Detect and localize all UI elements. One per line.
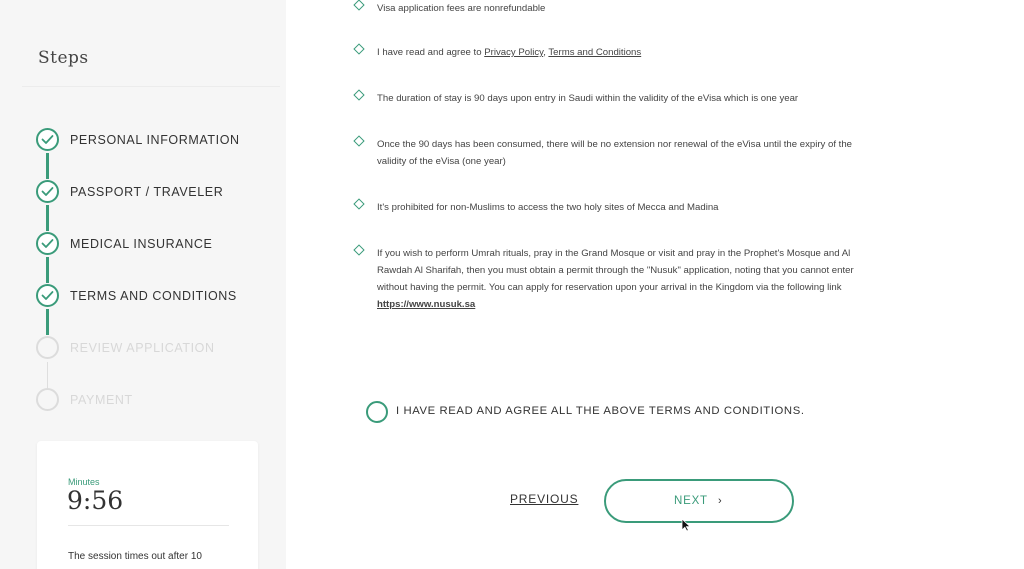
previous-button[interactable]: PREVIOUS bbox=[510, 492, 578, 506]
steps-header: Steps bbox=[22, 30, 280, 87]
step-label: TERMS AND CONDITIONS bbox=[70, 289, 237, 303]
step-personal-information[interactable]: PERSONAL INFORMATION bbox=[36, 128, 276, 152]
step-connector bbox=[46, 153, 49, 179]
term-text: I have read and agree to Privacy Policy,… bbox=[377, 44, 862, 61]
step-terms-and-conditions[interactable]: TERMS AND CONDITIONS bbox=[36, 284, 276, 308]
term-text: Once the 90 days has been consumed, ther… bbox=[377, 139, 853, 167]
timer-divider bbox=[68, 525, 229, 526]
diamond-bullet-icon bbox=[353, 43, 365, 55]
term-text: It's prohibited for non-Muslims to acces… bbox=[377, 202, 719, 213]
check-icon bbox=[36, 284, 59, 307]
check-icon bbox=[36, 128, 59, 151]
next-button[interactable]: NEXT › bbox=[604, 479, 794, 523]
diamond-bullet-icon bbox=[353, 135, 365, 147]
terms-and-conditions-link[interactable]: Terms and Conditions bbox=[548, 47, 641, 58]
diamond-bullet-icon bbox=[353, 89, 365, 101]
check-icon bbox=[36, 180, 59, 203]
step-passport-traveler[interactable]: PASSPORT / TRAVELER bbox=[36, 180, 276, 204]
mouse-cursor-icon bbox=[681, 518, 691, 532]
radio-circle-icon[interactable] bbox=[366, 401, 388, 423]
step-connector bbox=[47, 362, 48, 388]
nusuk-link[interactable]: https://www.nusuk.sa bbox=[377, 299, 475, 310]
step-connector bbox=[46, 257, 49, 283]
steps-sidebar: Steps PERSONAL INFORMATION PASSPORT / TR… bbox=[0, 0, 286, 569]
session-timer-card: Minutes 9:56 The session times out after… bbox=[37, 441, 258, 569]
agree-terms-label[interactable]: I HAVE READ AND AGREE ALL THE ABOVE TERM… bbox=[396, 405, 805, 417]
privacy-policy-link[interactable]: Privacy Policy bbox=[484, 47, 543, 58]
term-text-body: If you wish to perform Umrah rituals, pr… bbox=[377, 248, 854, 293]
term-text: If you wish to perform Umrah rituals, pr… bbox=[377, 245, 862, 313]
step-connector bbox=[46, 309, 49, 335]
steps-title: Steps bbox=[38, 48, 89, 68]
step-label: MEDICAL INSURANCE bbox=[70, 237, 213, 251]
check-icon bbox=[36, 232, 59, 255]
next-button-label: NEXT bbox=[674, 495, 708, 507]
step-label: REVIEW APPLICATION bbox=[70, 341, 215, 355]
step-label: PERSONAL INFORMATION bbox=[70, 133, 240, 147]
term-text-prefix: I have read and agree to bbox=[377, 47, 485, 58]
diamond-bullet-icon bbox=[353, 244, 365, 256]
empty-circle-icon bbox=[36, 336, 59, 359]
step-payment: PAYMENT bbox=[36, 388, 276, 412]
chevron-right-icon: › bbox=[718, 495, 722, 507]
timer-message: The session times out after 10 bbox=[68, 551, 202, 562]
empty-circle-icon bbox=[36, 388, 59, 411]
step-connector bbox=[46, 205, 49, 231]
step-label: PASSPORT / TRAVELER bbox=[70, 185, 224, 199]
diamond-bullet-icon bbox=[353, 198, 365, 210]
term-text: Visa application fees are nonrefundable bbox=[377, 3, 546, 14]
timer-value: 9:56 bbox=[67, 486, 124, 515]
diamond-bullet-icon bbox=[353, 0, 365, 11]
step-medical-insurance[interactable]: MEDICAL INSURANCE bbox=[36, 232, 276, 256]
step-label: PAYMENT bbox=[70, 393, 133, 407]
term-text: The duration of stay is 90 days upon ent… bbox=[377, 93, 799, 104]
step-review-application: REVIEW APPLICATION bbox=[36, 336, 276, 360]
